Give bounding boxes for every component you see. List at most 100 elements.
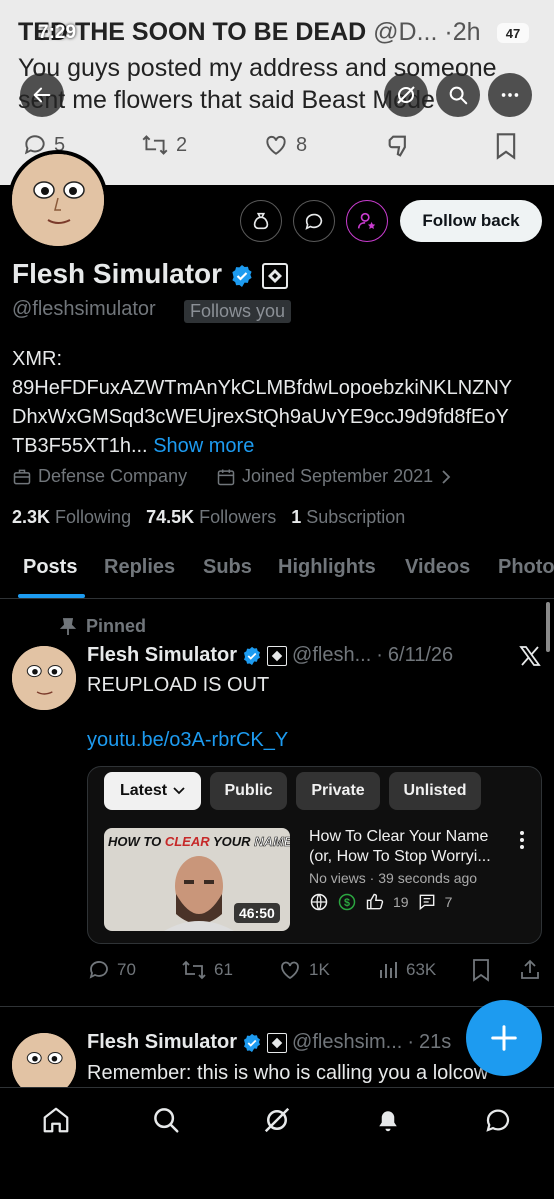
profile-name-row: Flesh Simulator (12, 258, 288, 290)
search-button[interactable] (436, 73, 480, 117)
affiliate-badge-icon (267, 645, 288, 666)
scrollbar[interactable] (546, 602, 550, 652)
tab-replies[interactable]: Replies (104, 556, 175, 579)
pin-icon (60, 617, 76, 635)
money-bag-icon (253, 212, 269, 230)
verified-badge-icon (230, 264, 254, 288)
video-stats: $ 19 7 (309, 892, 452, 912)
nav-messages[interactable] (478, 1100, 518, 1140)
grok-icon (264, 1107, 290, 1133)
message-button[interactable] (293, 200, 335, 242)
chip-latest[interactable]: Latest (104, 772, 201, 810)
reply-button[interactable]: 70 (87, 958, 136, 982)
following-stat[interactable]: 2.3K Following (12, 507, 131, 527)
globe-icon (310, 893, 328, 911)
banner-tweet-line2: sent me flowers that said Beast Mode (18, 86, 435, 114)
chip-unlisted[interactable]: Unlisted (389, 772, 481, 810)
post-header: Flesh Simulator @flesh... · 6/11/26 (87, 644, 454, 667)
repost-icon (182, 960, 206, 980)
chat-bubble-icon (305, 213, 323, 230)
verified-badge-icon (244, 646, 261, 665)
post-divider (0, 1006, 554, 1007)
bookmark-icon[interactable] (470, 958, 492, 982)
dislike-icon (388, 135, 406, 157)
show-more-link[interactable]: Show more (153, 435, 254, 457)
chip-public[interactable]: Public (210, 772, 287, 810)
video-duration: 46:50 (234, 903, 280, 923)
back-button[interactable] (20, 73, 64, 117)
status-time: 7:29 (38, 22, 77, 43)
video-title[interactable]: How To Clear Your Name (or, How To Stop … (309, 827, 491, 867)
post-author[interactable]: Flesh Simulator (87, 644, 237, 667)
heart-icon (266, 135, 286, 155)
profile-category: Defense Company (12, 466, 187, 487)
nav-grok[interactable] (257, 1100, 297, 1140)
tab-posts[interactable]: Posts (23, 556, 77, 579)
more-button[interactable] (488, 73, 532, 117)
bell-icon (379, 1111, 397, 1132)
svg-text:$: $ (344, 897, 350, 909)
x-logo-icon (519, 646, 541, 666)
followers-stat[interactable]: 74.5K Followers (146, 507, 276, 527)
monetization-icon: $ (338, 893, 356, 911)
views-button[interactable]: 63K (376, 958, 436, 982)
post-header: Flesh Simulator @fleshsim... · 21s (87, 1031, 452, 1054)
nav-home[interactable] (36, 1100, 76, 1140)
nav-notifications[interactable] (368, 1100, 408, 1140)
battery-indicator: 47 (497, 23, 529, 43)
video-meta: No views · 39 seconds ago (309, 870, 478, 886)
banner-repost: 2 (140, 132, 187, 158)
tab-videos[interactable]: Videos (405, 556, 470, 579)
affiliate-badge-icon (261, 262, 288, 289)
post-avatar[interactable] (12, 646, 76, 710)
verified-badge-icon (244, 1033, 261, 1052)
profile-bio: XMR: 89HeFDFuxAZWTmAnYkCLMBfdwLopoebzkiN… (12, 348, 513, 457)
affiliate-badge-icon (267, 1032, 288, 1053)
nav-search[interactable] (146, 1100, 186, 1140)
profile-avatar[interactable] (8, 150, 108, 250)
tip-button[interactable] (240, 200, 282, 242)
analytics-icon (380, 962, 397, 978)
video-more-icon[interactable] (516, 830, 528, 850)
user-star-icon (357, 212, 376, 229)
arrow-left-icon (33, 87, 51, 103)
bookmark-icon (496, 133, 516, 160)
face-avatar-image (12, 154, 104, 246)
calendar-icon (217, 469, 235, 485)
video-thumbnail[interactable]: HOW TO CLEAR YOUR NAME 46:50 (104, 828, 290, 931)
chevron-down-icon (173, 787, 185, 795)
repost-icon (142, 135, 168, 155)
subscriptions-stat[interactable]: 1 Subscription (291, 507, 405, 527)
heart-icon (281, 961, 299, 980)
banner-tweet-line1: You guys posted my address and someone (18, 54, 497, 82)
repost-button[interactable]: 61 (180, 958, 233, 982)
more-horizontal-icon (501, 93, 519, 97)
grok-button[interactable] (384, 73, 428, 117)
like-button[interactable]: 1K (277, 958, 330, 982)
follow-back-button[interactable]: Follow back (400, 200, 542, 242)
face-avatar-image (12, 646, 76, 710)
profile-stats: 2.3K Following 74.5K Followers 1 Subscri… (12, 507, 405, 528)
post-text: REUPLOAD IS OUT (87, 674, 270, 696)
briefcase-icon (13, 469, 31, 484)
profile-handle: @fleshsimulator (12, 298, 156, 320)
tab-photos[interactable]: Photo (498, 556, 554, 579)
post-author[interactable]: Flesh Simulator (87, 1031, 237, 1054)
tab-highlights[interactable]: Highlights (278, 556, 376, 579)
share-icon[interactable] (518, 958, 542, 982)
reply-icon (89, 961, 108, 979)
comment-icon (419, 894, 434, 911)
compose-button[interactable] (466, 1000, 542, 1076)
chip-private[interactable]: Private (296, 772, 380, 810)
banner-like: 8 (262, 132, 307, 158)
thumbnail-title: HOW TO CLEAR YOUR NAME (108, 834, 290, 850)
profile-joined[interactable]: Joined September 2021 (216, 466, 453, 487)
banner-tweet-author: TED THE SOON TO BE DEAD @D... ·2h (18, 18, 481, 46)
thumbs-up-icon (366, 893, 384, 910)
subscribe-button[interactable] (346, 200, 388, 242)
tab-subs[interactable]: Subs (203, 556, 252, 579)
search-icon (154, 1108, 179, 1133)
chevron-right-icon (442, 469, 451, 484)
man-face-image (164, 856, 234, 931)
post-link[interactable]: youtu.be/o3A-rbrCK_Y (87, 729, 288, 752)
